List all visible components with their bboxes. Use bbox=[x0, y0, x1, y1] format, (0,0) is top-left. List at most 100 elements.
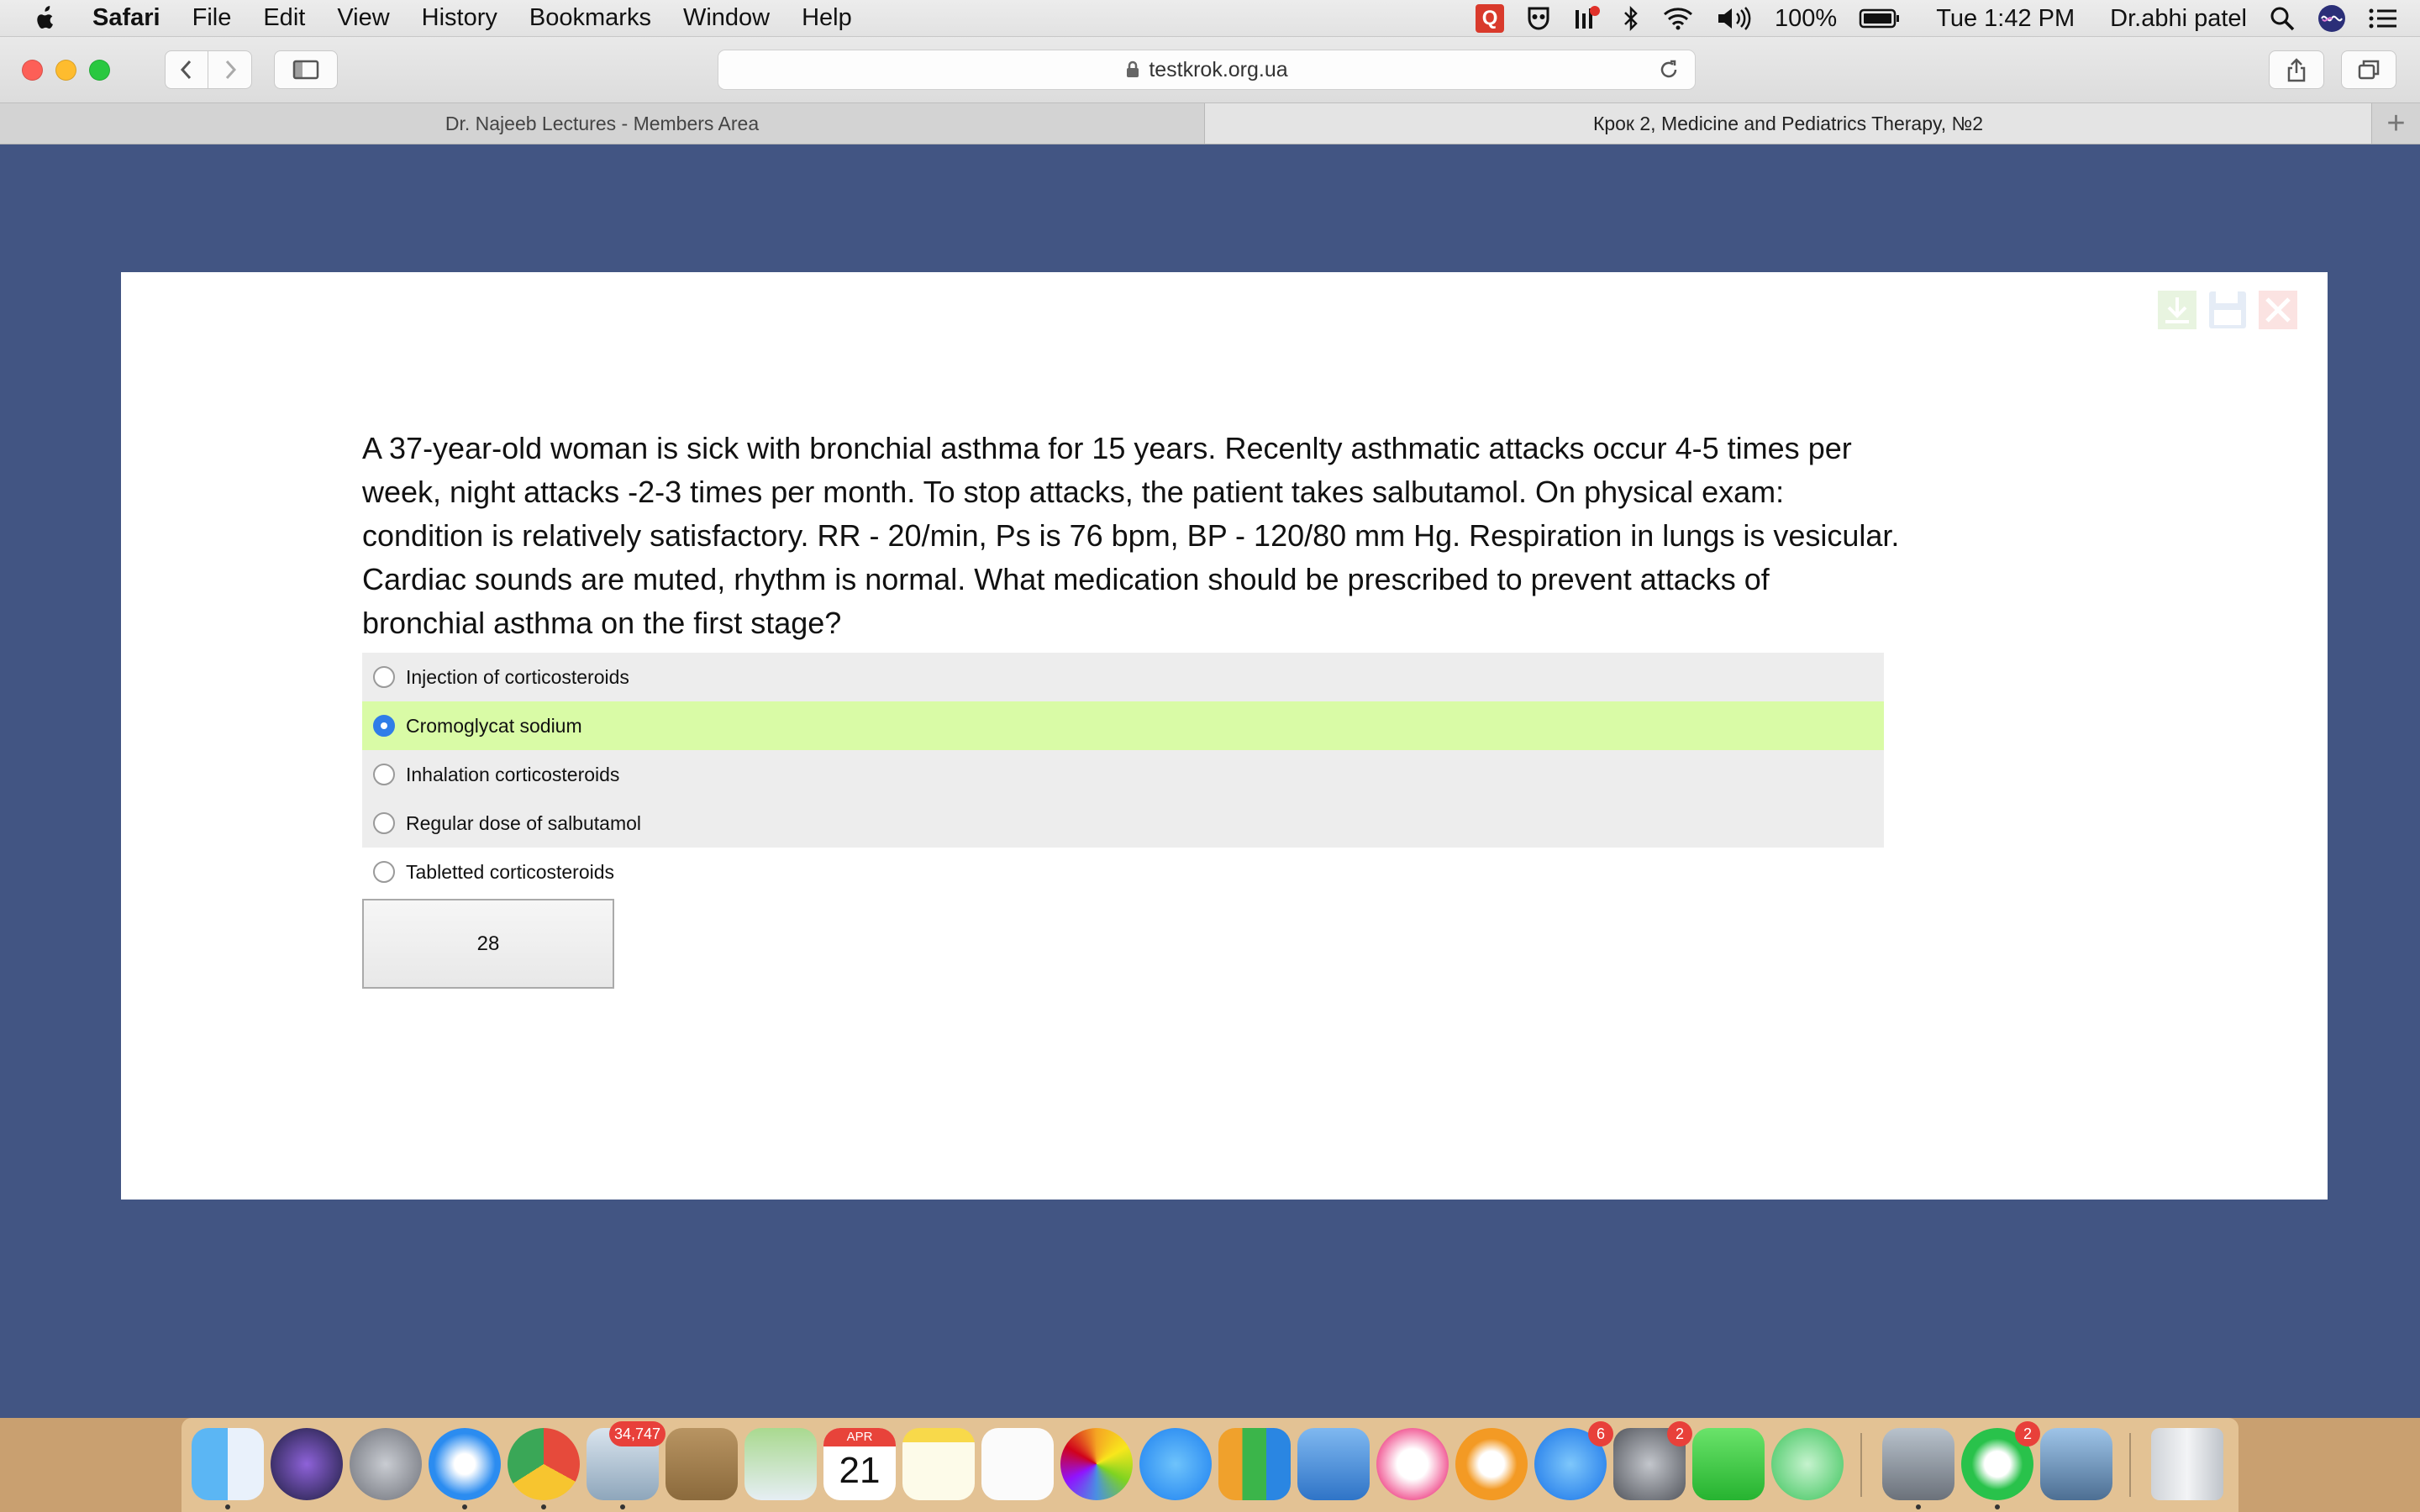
answer-option-selected[interactable]: Cromoglycat sodium bbox=[362, 701, 1884, 750]
quiz-card: A 37-year-old woman is sick with bronchi… bbox=[121, 272, 2328, 1200]
url-text: testkrok.org.ua bbox=[1149, 57, 1288, 81]
keynote-icon[interactable] bbox=[1297, 1428, 1370, 1500]
answer-option[interactable]: Inhalation corticosteroids bbox=[362, 750, 1884, 799]
notification-center-icon[interactable] bbox=[2368, 7, 2398, 30]
menu-history[interactable]: History bbox=[422, 4, 497, 32]
running-indicator bbox=[225, 1504, 230, 1509]
bluetooth-icon[interactable] bbox=[1622, 5, 1640, 32]
preferences-badge: 2 bbox=[1667, 1421, 1692, 1446]
menu-help[interactable]: Help bbox=[802, 4, 852, 32]
siri-icon[interactable] bbox=[2317, 4, 2346, 33]
mail-badge: 34,747 bbox=[608, 1421, 666, 1446]
app-store-icon[interactable]: 6 bbox=[1534, 1421, 1613, 1500]
trash-icon[interactable] bbox=[2151, 1428, 2223, 1500]
menu-view[interactable]: View bbox=[337, 4, 389, 32]
calendar-month: APR bbox=[823, 1428, 896, 1446]
answer-radio-checked[interactable] bbox=[373, 715, 395, 737]
menu-bookmarks[interactable]: Bookmarks bbox=[529, 4, 651, 32]
itunes-icon[interactable] bbox=[1376, 1428, 1449, 1500]
share-button[interactable] bbox=[2269, 50, 2324, 89]
running-indicator bbox=[462, 1504, 467, 1509]
apple-menu-icon[interactable] bbox=[32, 4, 59, 33]
dock-separator bbox=[1860, 1433, 1862, 1497]
chevron-right-icon bbox=[225, 60, 236, 80]
books-icon[interactable] bbox=[1455, 1428, 1528, 1500]
save-icon[interactable] bbox=[2207, 289, 2249, 331]
finder-icon[interactable] bbox=[192, 1428, 264, 1509]
facetime-icon[interactable] bbox=[1692, 1428, 1765, 1500]
photos-icon[interactable] bbox=[1060, 1428, 1133, 1500]
download-icon[interactable] bbox=[2156, 289, 2198, 331]
contacts-icon[interactable] bbox=[666, 1428, 738, 1500]
running-indicator bbox=[541, 1504, 546, 1509]
answer-label: Inhalation corticosteroids bbox=[406, 763, 620, 785]
mail-icon[interactable]: 34,747 bbox=[587, 1421, 666, 1509]
dock-separator bbox=[2129, 1433, 2131, 1497]
answer-label: Cromoglycat sodium bbox=[406, 714, 582, 737]
answer-radio[interactable] bbox=[373, 861, 395, 883]
wifi-icon[interactable] bbox=[1662, 6, 1694, 31]
back-button[interactable] bbox=[165, 50, 208, 89]
tab-najeeb-lectures[interactable]: Dr. Najeeb Lectures - Members Area bbox=[0, 103, 1205, 144]
answer-option[interactable]: Regular dose of salbutamol bbox=[362, 799, 1884, 848]
menu-file[interactable]: File bbox=[192, 4, 232, 32]
menu-window[interactable]: Window bbox=[683, 4, 770, 32]
show-tabs-button[interactable] bbox=[2341, 50, 2396, 89]
answer-radio[interactable] bbox=[373, 666, 395, 688]
reminders-icon[interactable] bbox=[981, 1428, 1054, 1500]
chrome-icon[interactable] bbox=[508, 1428, 580, 1509]
new-tab-button[interactable]: + bbox=[2371, 103, 2420, 144]
browser-toolbar: testkrok.org.ua bbox=[0, 37, 2420, 102]
clock[interactable]: Tue 1:42 PM bbox=[1936, 5, 2075, 33]
address-bar[interactable]: testkrok.org.ua bbox=[718, 50, 1696, 90]
menu-edit[interactable]: Edit bbox=[263, 4, 305, 32]
answer-radio[interactable] bbox=[373, 812, 395, 834]
tab-bar: Dr. Najeeb Lectures - Members Area Крок … bbox=[0, 102, 2420, 144]
user-name[interactable]: Dr.abhi patel bbox=[2110, 5, 2247, 33]
close-window-button[interactable] bbox=[22, 59, 43, 81]
q-app-icon[interactable]: Q bbox=[1476, 4, 1505, 33]
forward-button[interactable] bbox=[208, 50, 252, 89]
answer-option[interactable]: Injection of corticosteroids bbox=[362, 653, 1884, 701]
answer-option[interactable]: Tabletted corticosteroids bbox=[362, 848, 1884, 896]
answer-list: Injection of corticosteroids Cromoglycat… bbox=[362, 653, 1884, 896]
lock-icon bbox=[1125, 60, 1140, 79]
whatsapp-badge: 2 bbox=[2015, 1421, 2040, 1446]
numbers-icon[interactable] bbox=[1218, 1428, 1291, 1500]
chevron-left-icon bbox=[180, 60, 192, 80]
status-area: Q 100% Tue 1:42 PM Dr.abhi patel bbox=[1476, 0, 2420, 37]
question-text: A 37-year-old woman is sick with bronchi… bbox=[362, 431, 1900, 640]
system-preferences-icon[interactable]: 2 bbox=[1613, 1421, 1692, 1500]
answer-label: Tabletted corticosteroids bbox=[406, 860, 615, 883]
sidebar-icon bbox=[292, 60, 319, 80]
preview-icon[interactable] bbox=[2040, 1428, 2112, 1500]
paintbrush-icon[interactable] bbox=[1882, 1428, 1954, 1509]
tab-krok-quiz[interactable]: Крок 2, Medicine and Pediatrics Therapy,… bbox=[1205, 103, 2371, 144]
page-background: A 37-year-old woman is sick with bronchi… bbox=[0, 144, 2420, 1418]
sidebar-toggle-button[interactable] bbox=[274, 50, 338, 89]
battery-icon[interactable] bbox=[1859, 8, 1901, 29]
zoom-window-button[interactable] bbox=[89, 59, 110, 81]
safari-icon[interactable] bbox=[429, 1428, 501, 1509]
notes-icon[interactable] bbox=[902, 1428, 975, 1500]
running-indicator bbox=[1916, 1504, 1921, 1509]
whatsapp-icon[interactable]: 2 bbox=[1961, 1421, 2040, 1509]
messages-icon[interactable] bbox=[1139, 1428, 1212, 1500]
close-icon[interactable] bbox=[2257, 289, 2299, 331]
reload-icon[interactable] bbox=[1658, 59, 1680, 87]
volume-icon[interactable] bbox=[1716, 6, 1753, 31]
maps-icon[interactable] bbox=[744, 1428, 817, 1500]
menu-safari[interactable]: Safari bbox=[92, 4, 160, 32]
siri-icon[interactable] bbox=[271, 1428, 343, 1500]
paper-plane-icon[interactable] bbox=[1771, 1428, 1844, 1500]
answer-label: Regular dose of salbutamol bbox=[406, 811, 641, 834]
equalizer-icon[interactable] bbox=[1573, 5, 1601, 32]
question-number-button[interactable]: 28 bbox=[362, 899, 614, 989]
calendar-icon[interactable]: APR 21 bbox=[823, 1428, 896, 1500]
mask-icon[interactable] bbox=[1526, 5, 1551, 32]
calendar-day: 21 bbox=[839, 1450, 881, 1491]
answer-radio[interactable] bbox=[373, 764, 395, 785]
launchpad-icon[interactable] bbox=[350, 1428, 422, 1500]
spotlight-search-icon[interactable] bbox=[2269, 5, 2296, 32]
minimize-window-button[interactable] bbox=[55, 59, 76, 81]
